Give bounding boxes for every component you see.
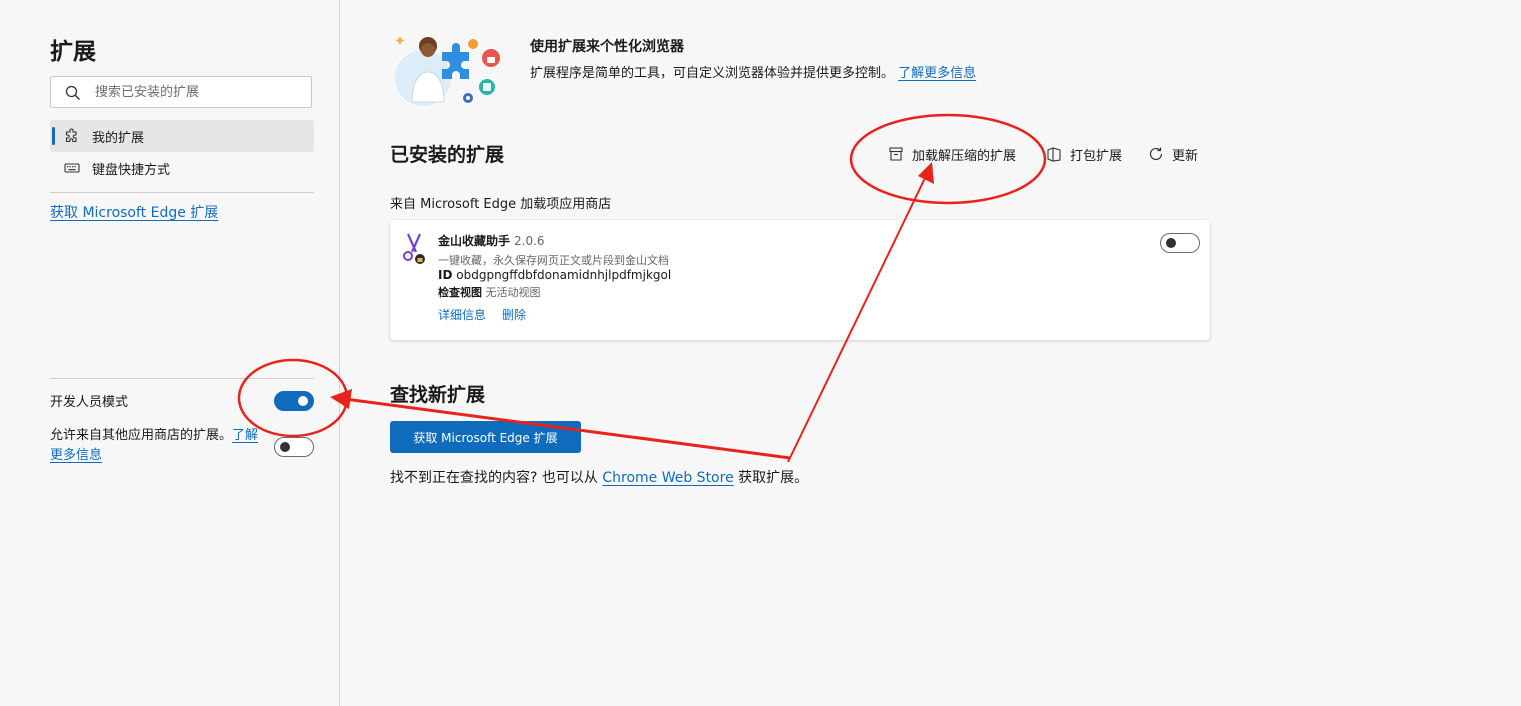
nav-my-extensions[interactable]: 我的扩展: [50, 120, 314, 152]
installed-extensions-title: 已安装的扩展: [390, 144, 505, 166]
developer-mode-toggle[interactable]: [274, 391, 314, 411]
search-input[interactable]: [95, 77, 295, 107]
package-icon: [1047, 147, 1061, 162]
update-label: 更新: [1172, 148, 1199, 164]
pack-extension-button[interactable]: 打包扩展: [1046, 143, 1122, 165]
nav-label: 我的扩展: [92, 130, 145, 146]
hero-description: 扩展程序是简单的工具，可自定义浏览器体验并提供更多控制。 了解更多信息: [530, 62, 976, 81]
toggle-knob: [298, 396, 308, 406]
pack-extension-label: 打包扩展: [1070, 148, 1123, 164]
scissors-extension-icon: [403, 233, 425, 264]
divider: [50, 378, 314, 379]
extension-id: obdgpngffdbfdonamidnhjlpdfmjkgol: [456, 268, 672, 282]
extension-card: 金山收藏助手 2.0.6 一键收藏，永久保存网页正文或片段到金山文档 ID obd…: [390, 220, 1210, 340]
toggle-knob: [1166, 238, 1176, 248]
find-extensions-title: 查找新扩展: [390, 384, 486, 406]
extension-id-row: ID obdgpngffdbfdonamidnhjlpdfmjkgol: [438, 268, 671, 282]
hero-description-text: 扩展程序是简单的工具，可自定义浏览器体验并提供更多控制。: [530, 66, 895, 81]
sidebar-title: 扩展: [50, 39, 96, 65]
hero-illustration: [395, 36, 500, 106]
developer-mode-label: 开发人员模式: [50, 395, 129, 410]
not-found-prefix: 找不到正在查找的内容? 也可以从: [390, 470, 598, 486]
update-button[interactable]: 更新: [1148, 143, 1198, 165]
allow-other-stores-label: 允许来自其他应用商店的扩展。: [50, 428, 233, 443]
get-edge-extensions-link[interactable]: 获取 Microsoft Edge 扩展: [50, 202, 218, 222]
refresh-icon: [1149, 147, 1163, 161]
search-icon: [65, 85, 80, 100]
extension-version: 2.0.6: [514, 234, 545, 248]
extension-name-text: 金山收藏助手: [438, 234, 511, 248]
load-unpacked-button[interactable]: 加载解压缩的扩展: [888, 143, 1016, 165]
sidebar: 扩展 我的扩展 键盘快捷方式 获取 Microsoft Edge 扩展 开发人员: [0, 0, 340, 706]
extension-details-link[interactable]: 详细信息: [438, 306, 486, 323]
extension-remove-link[interactable]: 删除: [502, 306, 526, 323]
box-icon: [889, 147, 903, 161]
hero-title: 使用扩展来个性化浏览器: [530, 39, 684, 55]
not-found-suffix: 获取扩展。: [738, 470, 809, 486]
extension-description: 一键收藏，永久保存网页正文或片段到金山文档: [438, 254, 669, 267]
annotation-arrowhead-load-unpacked: [918, 162, 934, 184]
extension-id-label: ID: [438, 268, 453, 282]
keyboard-icon: [64, 163, 80, 173]
allow-other-stores-toggle[interactable]: [274, 437, 314, 457]
nav-keyboard-shortcuts[interactable]: 键盘快捷方式: [50, 152, 314, 184]
toggle-knob: [280, 442, 290, 452]
hero-learn-more-link[interactable]: 了解更多信息: [898, 66, 976, 81]
extension-enable-toggle[interactable]: [1160, 233, 1200, 253]
allow-other-stores-text: 允许来自其他应用商店的扩展。了解更多信息: [50, 426, 262, 466]
source-label: 来自 Microsoft Edge 加载项应用商店: [390, 197, 612, 212]
extensions-page: 扩展 我的扩展 键盘快捷方式 获取 Microsoft Edge 扩展 开发人员: [0, 0, 1521, 706]
not-found-text: 找不到正在查找的内容? 也可以从 Chrome Web Store 获取扩展。: [390, 467, 808, 487]
chrome-web-store-link[interactable]: Chrome Web Store: [602, 470, 733, 486]
puzzle-icon: [65, 128, 77, 143]
divider: [50, 192, 314, 193]
extension-inspect-row: 检查视图 无活动视图: [438, 284, 541, 300]
extension-name: 金山收藏助手 2.0.6: [438, 232, 545, 249]
inspect-views-label: 检查视图: [438, 286, 482, 299]
get-edge-extensions-button[interactable]: 获取 Microsoft Edge 扩展: [390, 421, 581, 453]
nav-label: 键盘快捷方式: [92, 162, 171, 178]
inspect-views-value: 无活动视图: [485, 286, 541, 299]
load-unpacked-label: 加载解压缩的扩展: [912, 148, 1017, 164]
search-box[interactable]: [50, 76, 312, 108]
